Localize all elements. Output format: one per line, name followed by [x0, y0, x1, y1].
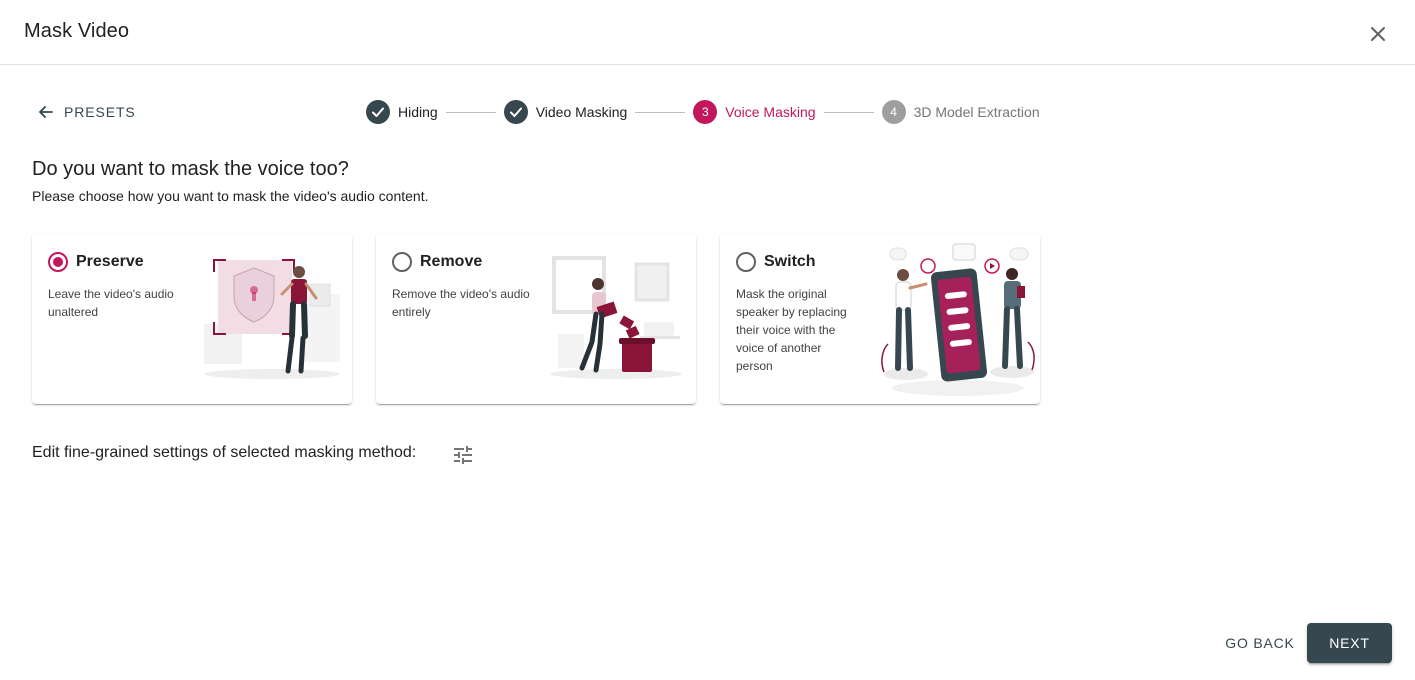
- step-number-badge: 4: [881, 100, 906, 124]
- voice-switch-illustration: [881, 243, 1035, 396]
- step-label: Hiding: [398, 104, 438, 120]
- option-card-preserve[interactable]: Preserve Leave the video's audio unalter…: [32, 234, 352, 404]
- step-connector: [823, 111, 874, 113]
- presets-back-button[interactable]: PRESETS: [36, 100, 136, 124]
- option-description: Mask the original speaker by replacing t…: [736, 287, 847, 373]
- step-label: Video Masking: [535, 104, 628, 120]
- section-subtext: Please choose how you want to mask the v…: [32, 188, 429, 204]
- step-hiding[interactable]: Hiding: [366, 100, 438, 124]
- option-title: Preserve: [76, 253, 144, 270]
- option-card-remove[interactable]: Remove Remove the video's audio entirely: [376, 234, 696, 404]
- close-icon[interactable]: [1364, 20, 1392, 48]
- presets-label: PRESETS: [64, 104, 136, 120]
- check-icon: [503, 100, 528, 124]
- step-voice-masking[interactable]: 3 Voice Masking: [693, 100, 816, 124]
- option-description: Leave the video's audio unaltered: [48, 287, 174, 319]
- radio-button-checked[interactable]: [48, 252, 68, 272]
- stepper: Hiding Video Masking 3 Voice Masking 4 3…: [366, 99, 1040, 125]
- step-video-masking[interactable]: Video Masking: [503, 100, 628, 124]
- option-title: Remove: [420, 253, 483, 270]
- section-heading: Do you want to mask the voice too?: [32, 158, 349, 180]
- dialog-header: Mask Video: [0, 0, 1415, 65]
- option-description: Remove the video's audio entirely: [392, 287, 530, 319]
- fine-grained-settings-label: Edit fine-grained settings of selected m…: [32, 444, 417, 461]
- check-icon: [366, 100, 390, 124]
- go-back-button[interactable]: GO BACK: [1222, 623, 1298, 663]
- radio-button[interactable]: [736, 252, 756, 272]
- dialog-title: Mask Video: [24, 20, 130, 42]
- option-card-switch[interactable]: Switch Mask the original speaker by repl…: [720, 234, 1040, 404]
- radio-button[interactable]: [392, 252, 412, 272]
- tune-icon[interactable]: [451, 443, 475, 467]
- step-3d-model-extraction[interactable]: 4 3D Model Extraction: [881, 100, 1040, 124]
- arrow-back-icon: [39, 106, 53, 118]
- step-connector: [445, 111, 496, 113]
- step-number-badge: 3: [693, 100, 718, 124]
- trash-bin-illustration: [550, 256, 682, 379]
- next-button[interactable]: NEXT: [1307, 623, 1392, 663]
- step-label: Voice Masking: [725, 104, 816, 120]
- step-connector: [635, 111, 686, 113]
- privacy-lock-illustration: [204, 259, 340, 379]
- step-label: 3D Model Extraction: [913, 104, 1040, 120]
- option-title: Switch: [764, 253, 816, 270]
